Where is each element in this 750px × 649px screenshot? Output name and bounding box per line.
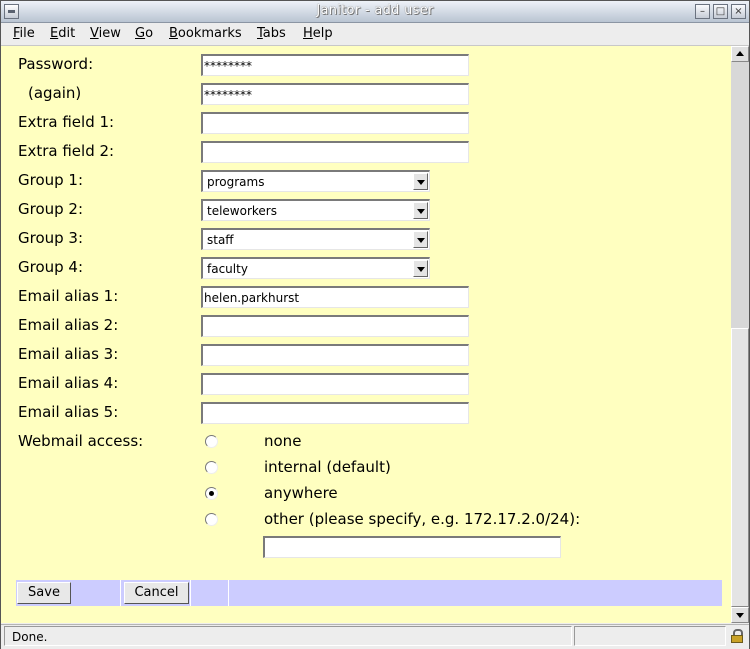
webmail-anywhere-radio[interactable] [205, 487, 218, 500]
extra-field-1-input[interactable] [201, 112, 469, 134]
menu-go[interactable]: Go [135, 26, 153, 41]
email-alias-5-label: Email alias 5: [18, 403, 119, 421]
menu-view[interactable]: View [90, 26, 121, 41]
maximize-button[interactable]: □ [713, 4, 728, 19]
menu-file-label: ile [19, 26, 35, 41]
webmail-other-label: other (please specify, e.g. 172.17.2.0/2… [264, 510, 581, 528]
extra-field-2-input[interactable] [201, 141, 469, 163]
menu-view-label: iew [98, 26, 121, 41]
dropdown-arrow-icon[interactable] [413, 173, 428, 190]
email-alias-5-input[interactable] [201, 402, 469, 424]
group-4-select[interactable]: faculty [201, 257, 430, 279]
webmail-internal-radio[interactable] [205, 461, 218, 474]
group-2-label: Group 2: [18, 200, 84, 218]
menu-bar: File Edit View Go Bookmarks Tabs Help [1, 23, 749, 46]
group-2-value: teleworkers [207, 204, 277, 218]
menu-bookmarks-label: ookmarks [177, 26, 242, 41]
status-panel: Done. [4, 626, 572, 646]
webmail-none-radio[interactable] [205, 435, 218, 448]
group-3-label: Group 3: [18, 229, 84, 247]
scroll-up-icon[interactable] [731, 46, 749, 62]
menu-bookmarks[interactable]: Bookmarks [169, 26, 242, 41]
email-alias-1-input[interactable]: helen.parkhurst [201, 286, 469, 308]
webmail-internal-label: internal (default) [264, 458, 391, 476]
status-panel-secondary [574, 626, 726, 646]
webmail-other-radio[interactable] [205, 513, 218, 526]
group-4-label: Group 4: [18, 258, 84, 276]
status-bar: Done. [1, 624, 749, 649]
group-1-value: programs [207, 175, 265, 189]
save-button[interactable]: Save [17, 582, 71, 604]
button-bar: Save Cancel [16, 580, 722, 606]
lock-body [731, 635, 743, 643]
email-alias-2-label: Email alias 2: [18, 316, 119, 334]
webmail-none-label: none [264, 432, 302, 450]
button-separator [190, 580, 191, 606]
menu-help[interactable]: Help [303, 26, 333, 41]
menu-edit-label: dit [58, 26, 76, 41]
email-alias-2-input[interactable] [201, 315, 469, 337]
page-content: Password: ******** (again) ******** Extr… [1, 46, 731, 623]
group-1-select[interactable]: programs [201, 170, 430, 192]
minimize-button[interactable]: – [695, 4, 710, 19]
menu-go-accel: G [135, 26, 146, 41]
title-bar[interactable]: Janitor - add user – □ × [1, 1, 749, 23]
menu-edit-accel: E [50, 26, 59, 41]
lock-icon[interactable] [730, 629, 744, 644]
dropdown-arrow-icon[interactable] [413, 202, 428, 219]
email-alias-4-label: Email alias 4: [18, 374, 119, 392]
password-label: Password: [18, 55, 94, 73]
scroll-down-icon[interactable] [731, 607, 749, 623]
webmail-anywhere-label: anywhere [264, 484, 338, 502]
menu-file[interactable]: File [13, 26, 35, 41]
group-3-select[interactable]: staff [201, 228, 430, 250]
menu-help-label: elp [312, 26, 333, 41]
group-4-value: faculty [207, 262, 248, 276]
button-separator [120, 580, 121, 606]
dropdown-arrow-icon[interactable] [413, 260, 428, 277]
menu-view-accel: V [90, 26, 99, 41]
menu-tabs-label: abs [262, 26, 286, 41]
button-separator [228, 580, 229, 606]
extra-field-1-label: Extra field 1: [18, 113, 115, 131]
window-title: Janitor - add user [316, 3, 434, 18]
group-1-label: Group 1: [18, 171, 84, 189]
close-button[interactable]: × [731, 4, 746, 19]
browser-window: Janitor - add user – □ × File Edit View … [0, 0, 750, 649]
menu-edit[interactable]: Edit [50, 26, 75, 41]
status-text: Done. [12, 630, 48, 644]
password-again-label: (again) [28, 84, 82, 102]
extra-field-2-label: Extra field 2: [18, 142, 115, 160]
menu-help-accel: H [303, 26, 313, 41]
cancel-button[interactable]: Cancel [124, 582, 189, 604]
webmail-access-label: Webmail access: [18, 432, 144, 450]
email-alias-4-input[interactable] [201, 373, 469, 395]
menu-bookmarks-accel: B [169, 26, 178, 41]
password-again-field[interactable]: ******** [201, 83, 469, 105]
webmail-other-input[interactable] [263, 536, 561, 558]
menu-tabs[interactable]: Tabs [257, 26, 286, 41]
dropdown-arrow-icon[interactable] [413, 231, 428, 248]
password-field[interactable]: ******** [201, 54, 469, 76]
menu-go-label: o [145, 26, 154, 41]
group-2-select[interactable]: teleworkers [201, 199, 430, 221]
vertical-scrollbar[interactable] [731, 46, 749, 623]
email-alias-3-input[interactable] [201, 344, 469, 366]
group-3-value: staff [207, 233, 234, 247]
email-alias-3-label: Email alias 3: [18, 345, 119, 363]
scrollbar-thumb[interactable] [731, 328, 749, 607]
email-alias-1-label: Email alias 1: [18, 287, 119, 305]
